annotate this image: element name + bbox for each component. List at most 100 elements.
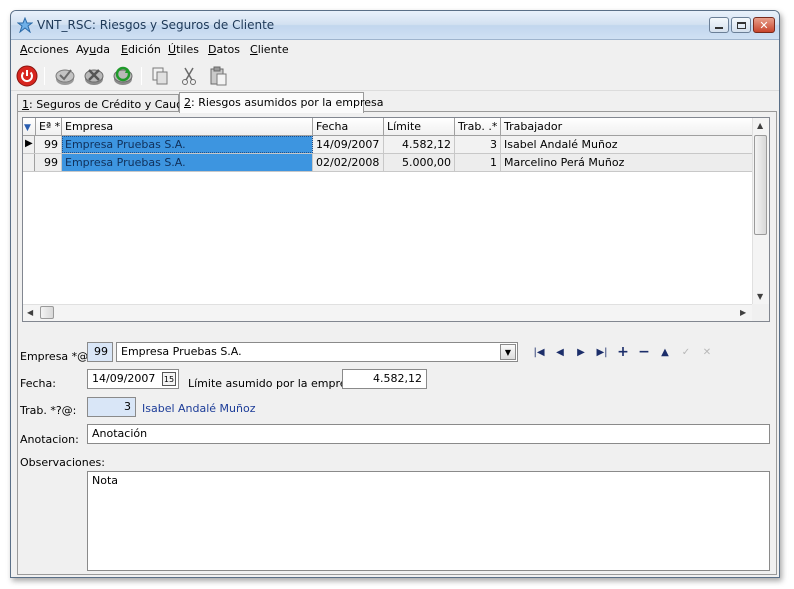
cell-trabajador: Marcelino Perá Muñoz [501,154,753,171]
trab-name: Isabel Andalé Muñoz [142,402,256,415]
column-header-ea[interactable]: Eª * [36,118,62,136]
limite-field[interactable]: 4.582,12 [342,369,427,389]
records-grid[interactable]: ▼ Eª * Empresa Fecha Límite Trab. .* Tra… [22,117,770,322]
tab-strip: 1: Seguros de Crédito y Caución 2: Riesg… [17,92,777,113]
observaciones-label: Observaciones: [20,456,105,469]
first-record-icon[interactable]: |◀ [530,343,548,361]
main-window: VNT_RSC: Riesgos y Seguros de Cliente ✕ … [10,10,780,578]
empresa-combo[interactable]: Empresa Pruebas S.A. ▼ [116,342,518,362]
grid-indicator-header[interactable]: ▼ [23,118,36,136]
cell-empresa-selected[interactable]: Empresa Pruebas S.A. [62,136,313,153]
title-bar: VNT_RSC: Riesgos y Seguros de Cliente ✕ [11,11,779,40]
menu-edicion[interactable]: Edición [121,43,161,56]
previous-record-icon[interactable]: ◀ [551,343,569,361]
paste-icon [210,66,227,86]
fecha-value: 14/09/2007 [92,372,156,385]
cell-ea: 99 [36,136,62,153]
menu-bar: Acciones Ayuda Edición Útiles Datos Clie… [11,40,779,60]
vertical-scrollbar[interactable]: ▲ ▼ [752,118,769,304]
column-header-trabajador[interactable]: Trabajador [501,118,753,136]
menu-ayuda[interactable]: Ayuda [76,43,110,56]
confirm-icon[interactable]: ✓ [677,343,695,361]
tab-panel: ▼ Eª * Empresa Fecha Límite Trab. .* Tra… [17,111,777,575]
trab-code-field[interactable]: 3 [87,397,136,417]
toolbar-separator [44,67,45,85]
delete-record-icon[interactable]: − [635,343,653,361]
cut-icon [182,67,196,85]
cell-trab: 3 [455,136,501,153]
cell-fecha: 14/09/2007 [313,136,384,153]
table-row[interactable]: 99 Empresa Pruebas S.A. 02/02/2008 5.000… [23,154,753,172]
close-button[interactable]: ✕ [753,17,775,33]
exit-button[interactable] [15,64,39,88]
cell-trab: 1 [455,154,501,171]
maximize-icon [736,21,746,29]
last-record-icon[interactable]: ▶| [593,343,611,361]
copy-icon [152,67,168,85]
column-header-limite[interactable]: Límite [384,118,455,136]
cell-empresa: Empresa Pruebas S.A. [62,154,313,171]
cut-button[interactable] [177,64,201,88]
cell-trabajador: Isabel Andalé Muñoz [501,136,753,153]
column-header-trab[interactable]: Trab. .* [455,118,501,136]
column-header-empresa[interactable]: Empresa [62,118,313,136]
empresa-code-field[interactable]: 99 [87,342,113,362]
next-record-icon[interactable]: ▶ [572,343,590,361]
scroll-down-icon[interactable]: ▼ [757,292,763,301]
menu-datos[interactable]: Datos [208,43,240,56]
power-icon [16,65,38,87]
accept-button[interactable] [53,64,77,88]
sort-down-icon: ▼ [24,123,31,133]
empresa-combo-value: Empresa Pruebas S.A. [121,345,242,358]
calendar-icon[interactable]: 15 [162,372,176,386]
cell-fecha: 02/02/2008 [313,154,384,171]
anotacion-field[interactable]: Anotación [87,424,770,444]
horizontal-scroll-thumb[interactable] [40,306,54,319]
refresh-icon [113,66,133,85]
anotacion-label: Anotacion: [20,433,79,446]
fecha-label: Fecha: [20,377,56,390]
scroll-up-icon[interactable]: ▲ [757,121,763,130]
limite-label: Límite asumido por la empresa: [188,377,363,390]
grid-header: ▼ Eª * Empresa Fecha Límite Trab. .* Tra… [23,118,753,136]
copy-button[interactable] [148,64,172,88]
minimize-icon [715,27,723,29]
add-record-icon[interactable]: + [614,343,632,361]
cancel-edit-icon[interactable]: ✕ [698,343,716,361]
app-icon [16,16,34,36]
window-title: VNT_RSC: Riesgos y Seguros de Cliente [37,18,275,32]
trab-label: Trab. *?@: [20,404,77,417]
menu-utiles[interactable]: Útiles [168,43,199,56]
row-indicator [23,154,35,171]
chevron-down-icon[interactable]: ▼ [500,344,516,360]
accept-icon [55,69,75,85]
scroll-left-icon[interactable]: ◀ [27,308,33,317]
refresh-button[interactable] [111,64,135,88]
toolbar [11,61,779,91]
minimize-button[interactable] [709,17,729,33]
scroll-right-icon[interactable]: ▶ [740,308,746,317]
menu-cliente[interactable]: Cliente [250,43,289,56]
cell-ea: 99 [36,154,62,171]
empresa-label: Empresa *@: [20,350,92,363]
record-navigator: |◀ ◀ ▶ ▶| + − ▲ ✓ ✕ [530,343,720,361]
cancel-button[interactable] [82,64,106,88]
edit-record-icon[interactable]: ▲ [656,343,674,361]
cancel-icon [84,69,104,85]
close-icon: ✕ [759,18,769,32]
observaciones-textarea[interactable]: Nota [87,471,770,571]
table-row[interactable]: ▶ 99 Empresa Pruebas S.A. 14/09/2007 4.5… [23,136,753,154]
tab-riesgos-asumidos[interactable]: 2: Riesgos asumidos por la empresa [179,92,384,113]
horizontal-scrollbar[interactable]: ◀ ▶ [23,304,753,321]
fecha-field[interactable]: 14/09/2007 15 [87,369,179,389]
maximize-button[interactable] [731,17,751,33]
paste-button[interactable] [206,64,230,88]
row-indicator: ▶ [23,136,35,153]
vertical-scroll-thumb[interactable] [754,135,767,235]
scroll-corner [752,304,769,321]
menu-acciones[interactable]: Acciones [20,43,69,56]
toolbar-separator [141,67,142,85]
cell-limite: 5.000,00 [384,154,455,171]
column-header-fecha[interactable]: Fecha [313,118,384,136]
cell-limite: 4.582,12 [384,136,455,153]
